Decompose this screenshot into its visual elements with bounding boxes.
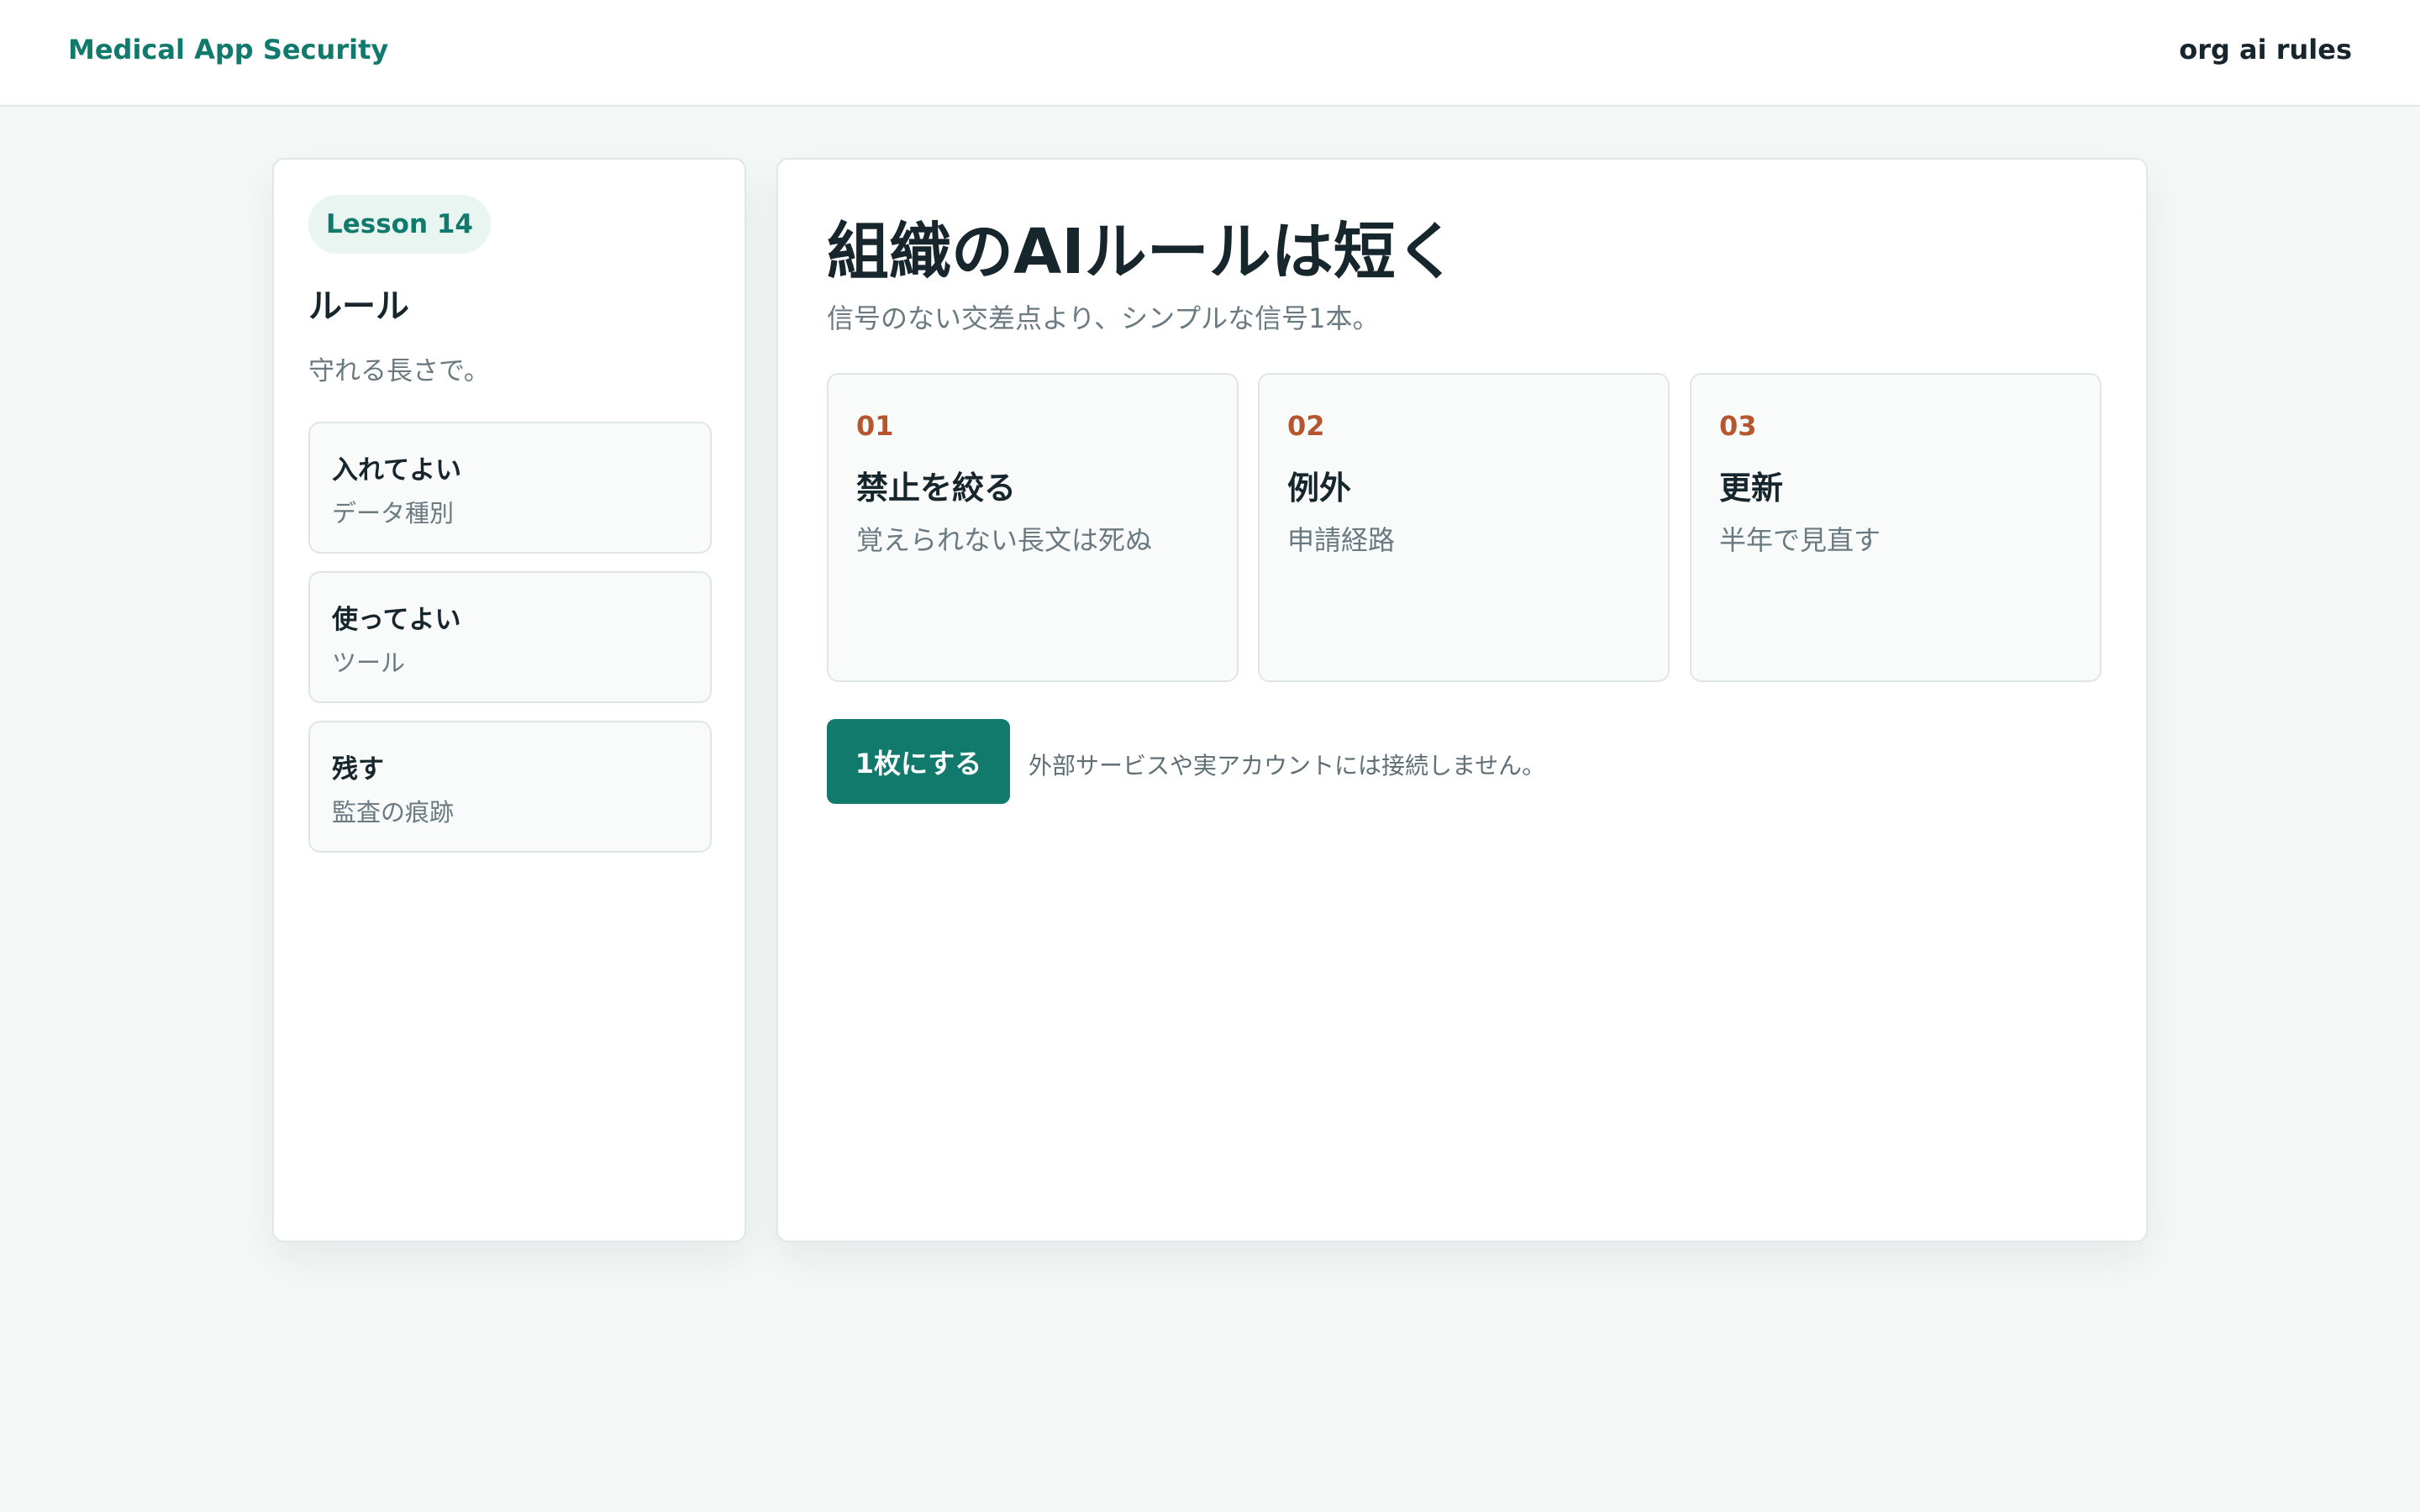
sidebar-item-title: 使ってよい [332,605,461,635]
offline-notice: 外部サービスや実アカウントには接続しません。 [1028,752,1546,780]
sidebar-item-subtitle: 監査の痕跡 [332,798,455,827]
lesson-sidebar: Lesson 14 ルール 守れる長さで。 入れてよい データ種別 使ってよい … [272,158,746,1242]
page-title: 組織のAIルールは短く [827,216,1458,288]
card-description: 申請経路 [1287,524,1396,556]
lesson-badge: Lesson 14 [308,195,491,254]
make-one-page-button[interactable]: 1枚にする [827,719,1010,804]
sidebar-item-subtitle: データ種別 [332,499,455,528]
sidebar-title: ルール [308,287,409,326]
top-bar: Medical App Security org ai rules [0,0,2420,107]
page-subtitle: 信号のない交差点より、シンプルな信号1本。 [827,302,1380,334]
card-title: 例外 [1287,470,1352,507]
rule-card-update: 03 更新 半年で見直す [1690,373,2102,682]
page-identifier: org ai rules [2179,34,2352,66]
sidebar-item-audit-trail[interactable]: 残す 監査の痕跡 [308,721,712,853]
card-number: 02 [1287,410,1325,442]
card-number: 01 [856,410,894,442]
card-title: 更新 [1719,470,1784,507]
sidebar-item-data-types[interactable]: 入れてよい データ種別 [308,422,712,554]
card-description: 半年で見直す [1719,524,1881,556]
card-title: 禁止を絞る [856,470,1017,507]
sidebar-subtitle: 守れる長さで。 [308,356,490,386]
sidebar-item-title: 残す [332,754,384,785]
sidebar-item-subtitle: ツール [332,648,406,677]
main-panel: 組織のAIルールは短く 信号のない交差点より、シンプルな信号1本。 01 禁止を… [776,158,2148,1242]
brand-name[interactable]: Medical App Security [68,34,388,66]
rule-card-exceptions: 02 例外 申請経路 [1258,373,1670,682]
card-number: 03 [1719,410,1757,442]
rule-card-restrict: 01 禁止を絞る 覚えられない長文は死ぬ [827,373,1239,682]
sidebar-item-tools[interactable]: 使ってよい ツール [308,571,712,703]
card-description: 覚えられない長文は死ぬ [856,524,1153,556]
sidebar-item-title: 入れてよい [332,455,462,486]
